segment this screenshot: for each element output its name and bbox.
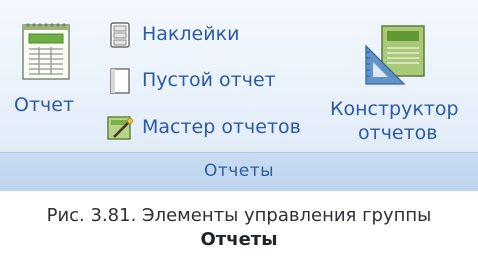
group-label: Отчеты — [203, 161, 275, 181]
report-designer-label-line1: Конструктор — [330, 98, 459, 120]
blank-report-button[interactable]: Пустой отчет — [106, 66, 296, 96]
report-designer-icon — [364, 22, 428, 86]
ribbon-group-reports: Отчет Наклейки Пустой отчет Мастер отчет… — [0, 0, 478, 191]
report-wizard-button-label: Мастер отчетов — [142, 116, 301, 138]
figure-caption-bold: Отчеты — [200, 229, 278, 250]
report-button[interactable]: Отчет — [8, 18, 88, 128]
labels-icon — [106, 22, 134, 48]
report-designer-label-line2: отчетов — [358, 122, 438, 144]
figure-caption: Рис. 3.81. Элементы управления группы — [46, 205, 432, 226]
report-wizard-button[interactable]: Мастер отчетов — [106, 113, 326, 143]
report-button-label: Отчет — [14, 94, 75, 116]
report-designer-button[interactable]: Конструктор отчетов — [328, 18, 472, 150]
report-wizard-icon — [106, 115, 134, 141]
labels-button[interactable]: Наклейки — [106, 20, 266, 50]
report-icon — [20, 22, 72, 82]
labels-button-label: Наклейки — [142, 23, 240, 45]
blank-report-icon — [106, 68, 134, 94]
group-label-bar: Отчеты — [0, 152, 478, 191]
blank-report-button-label: Пустой отчет — [142, 69, 276, 91]
